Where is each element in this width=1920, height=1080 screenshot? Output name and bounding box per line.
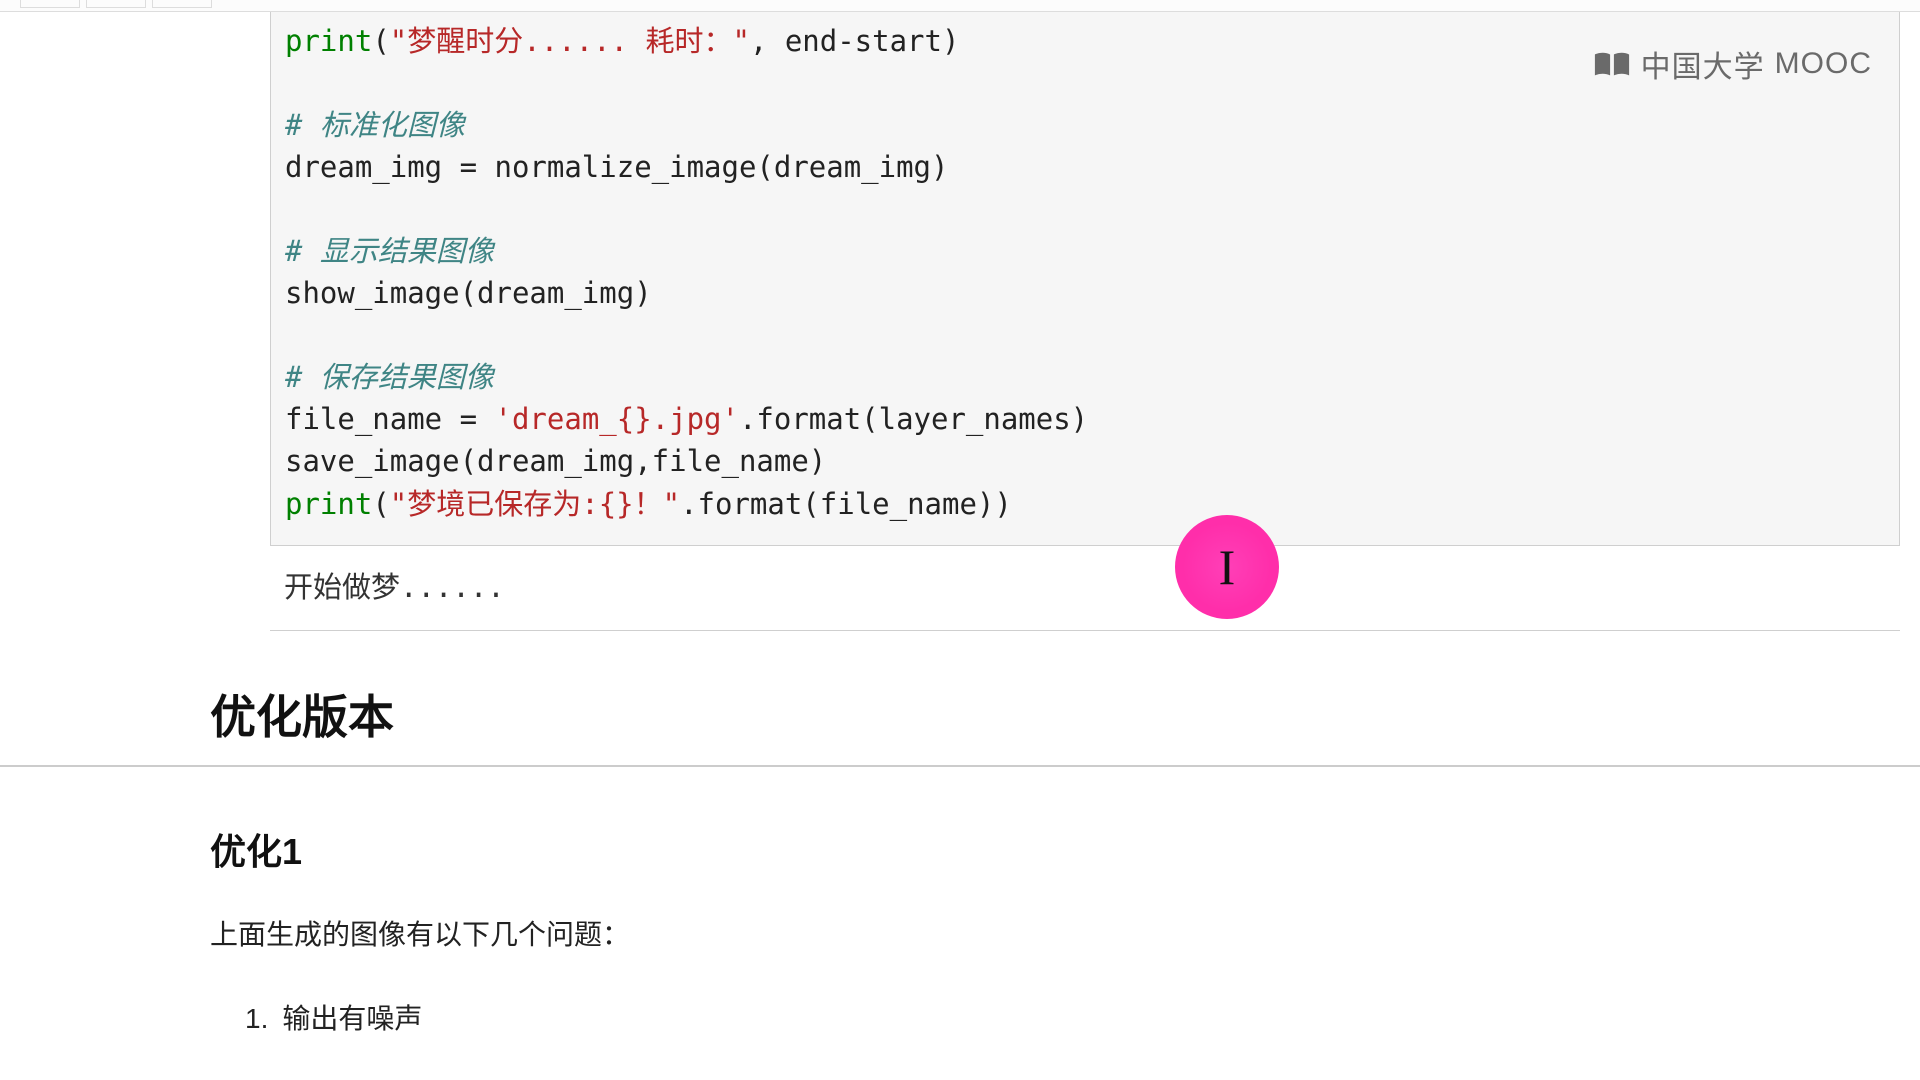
markdown-heading-2: 优化1 <box>210 767 1920 893</box>
code-token: .format(layer_names) <box>739 402 1088 436</box>
list-item-text: 输出有噪声 <box>282 1003 422 1034</box>
watermark-logo: 中国大学 MOOC <box>1593 42 1872 86</box>
code-line: save_image(dream_img,file_name) <box>285 444 826 478</box>
code-cell[interactable]: print("梦醒时分...... 耗时：", end-start) # 标准化… <box>270 12 1900 546</box>
toolbar-button[interactable] <box>152 0 212 8</box>
list-number: 1. <box>245 1003 268 1034</box>
code-line: show_image(dream_img) <box>285 276 652 310</box>
output-cell: 开始做梦...... <box>270 546 1900 631</box>
markdown-heading-1: 优化版本 <box>210 631 1920 765</box>
code-comment: # 标准化图像 <box>285 108 465 142</box>
toolbar-button[interactable] <box>20 0 80 8</box>
code-line: dream_img = normalize_image(dream_img) <box>285 150 948 184</box>
markdown-ordered-list: 1. 输出有噪声 <box>245 967 1920 1037</box>
markdown-paragraph: 上面生成的图像有以下几个问题： <box>210 893 1920 967</box>
output-text: 开始做梦...... <box>284 570 505 604</box>
code-token-string: 'dream_{}.jpg' <box>495 402 739 436</box>
code-token: .format(file_name)) <box>680 487 1012 521</box>
code-token: ( <box>372 487 389 521</box>
code-token: ( <box>372 24 389 58</box>
toolbar-button[interactable] <box>86 0 146 8</box>
code-token-builtin: print <box>285 487 372 521</box>
code-token: , end-start) <box>750 24 960 58</box>
watermark-text-en: MOOC <box>1775 47 1872 81</box>
cursor-highlight: I <box>1175 515 1279 619</box>
code-token-string: "梦境已保存为:{}！" <box>390 487 680 521</box>
notebook-toolbar[interactable] <box>0 0 1920 12</box>
code-token-string: "梦醒时分...... 耗时：" <box>390 24 750 58</box>
code-comment: # 保存结果图像 <box>285 360 494 394</box>
book-icon <box>1593 50 1631 78</box>
code-comment: # 显示结果图像 <box>285 234 494 268</box>
code-token-builtin: print <box>285 24 372 58</box>
watermark-text-cn: 中国大学 <box>1641 42 1765 86</box>
code-token: file_name = <box>285 402 495 436</box>
text-caret-icon: I <box>1219 538 1236 596</box>
